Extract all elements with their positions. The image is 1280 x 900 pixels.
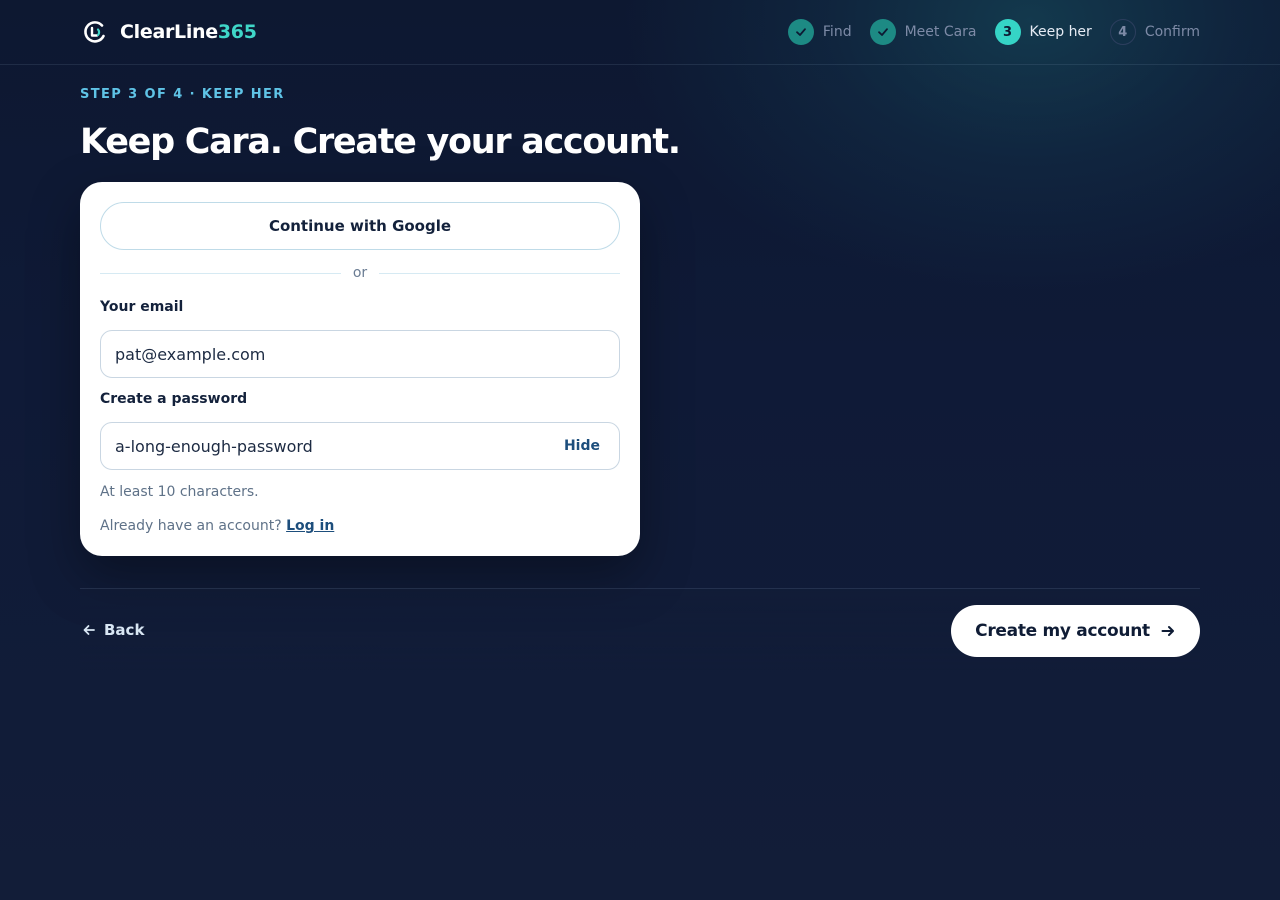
continue-with-google-button[interactable]: Continue with Google bbox=[100, 202, 620, 250]
step-done-badge bbox=[787, 19, 814, 45]
back-label: Back bbox=[104, 621, 145, 639]
step-done-badge bbox=[869, 19, 896, 45]
check-icon bbox=[795, 28, 806, 36]
step-confirm: 4 Confirm bbox=[1109, 19, 1200, 45]
brand[interactable]: ClearLine365 bbox=[82, 18, 257, 46]
step-label: Confirm bbox=[1144, 24, 1200, 40]
signup-card: Continue with Google or Your email pat@e… bbox=[80, 182, 640, 556]
hide-password-button[interactable]: Hide bbox=[564, 438, 605, 454]
page-title: Keep Cara. Create your account. bbox=[80, 122, 681, 162]
step-keep-her: 3 Keep her bbox=[994, 19, 1092, 45]
page: ClearLine365 Find Meet Cara 3 Keep her 4 bbox=[0, 0, 1280, 900]
login-link[interactable]: Log in bbox=[286, 518, 334, 534]
password-hint: At least 10 characters. bbox=[100, 484, 259, 500]
or-divider: or bbox=[100, 264, 620, 284]
email-label: Your email bbox=[100, 299, 184, 315]
divider-line bbox=[379, 273, 620, 274]
arrow-right-icon bbox=[1161, 626, 1174, 636]
create-account-label: Create my account bbox=[975, 621, 1150, 641]
login-prompt: Already have an account? Log in bbox=[100, 518, 334, 534]
progress-stepper: Find Meet Cara 3 Keep her 4 Confirm bbox=[770, 19, 1200, 45]
back-button[interactable]: Back bbox=[82, 621, 144, 639]
login-prompt-text: Already have an account? bbox=[100, 518, 282, 534]
create-account-button[interactable]: Create my account bbox=[951, 605, 1200, 657]
step-number: 4 bbox=[1109, 19, 1136, 45]
email-value: pat@example.com bbox=[115, 344, 266, 364]
step-find: Find bbox=[787, 19, 852, 45]
step-number: 3 bbox=[994, 19, 1021, 45]
step-label: Keep her bbox=[1029, 24, 1092, 40]
step-label: Find bbox=[822, 24, 852, 40]
step-eyebrow: STEP 3 OF 4 · KEEP HER bbox=[80, 87, 285, 102]
brand-name: ClearLine365 bbox=[120, 21, 257, 43]
password-label: Create a password bbox=[100, 391, 248, 407]
password-field[interactable]: a-long-enough-password Hide bbox=[100, 422, 620, 470]
password-value: a-long-enough-password bbox=[115, 436, 313, 456]
arrow-left-icon bbox=[83, 625, 95, 635]
email-field[interactable]: pat@example.com bbox=[100, 330, 620, 378]
check-icon bbox=[877, 28, 888, 36]
header: ClearLine365 Find Meet Cara 3 Keep her 4 bbox=[0, 0, 1280, 65]
step-meet-cara: Meet Cara bbox=[869, 19, 977, 45]
step-label: Meet Cara bbox=[904, 24, 977, 40]
clearline-logo-icon bbox=[84, 21, 105, 43]
